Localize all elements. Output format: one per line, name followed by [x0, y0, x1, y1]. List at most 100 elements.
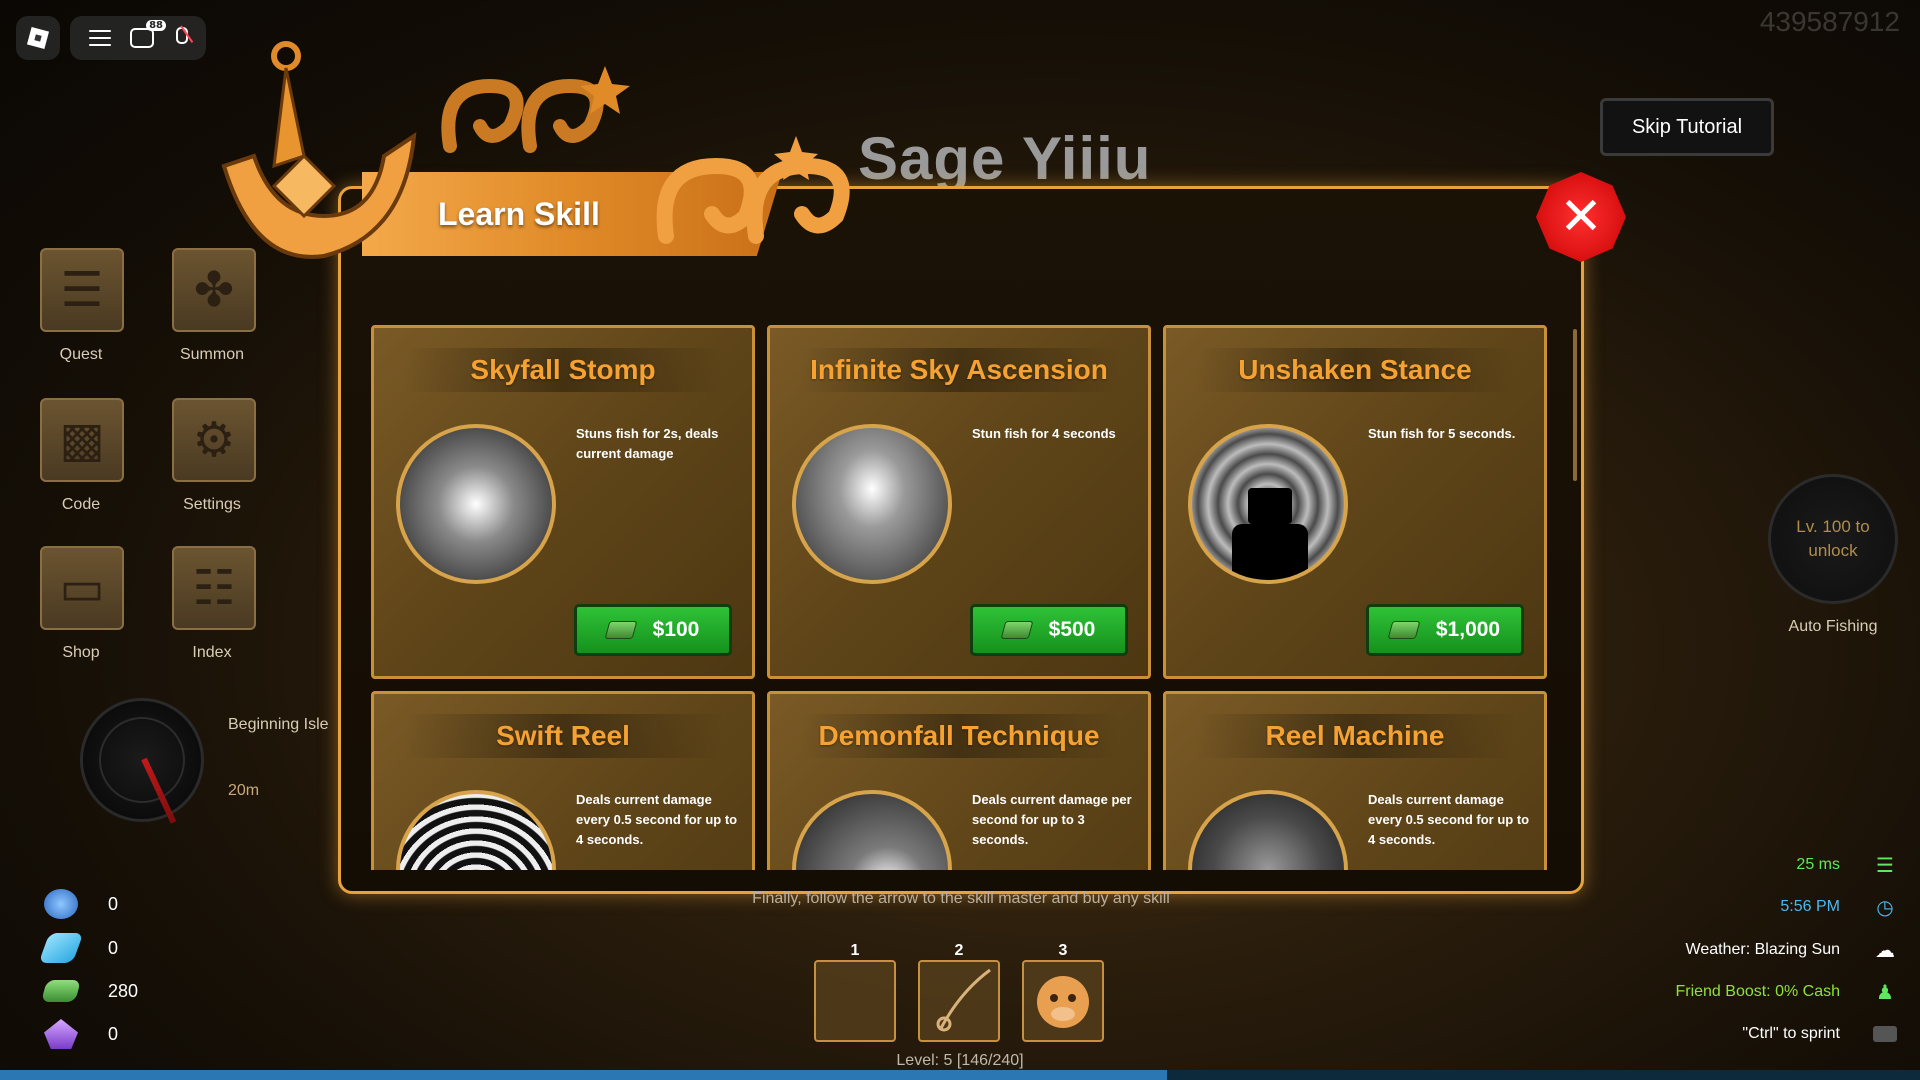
- hotbar-slot-number: 1: [850, 942, 860, 959]
- cash-icon: [1000, 621, 1034, 639]
- quest-button[interactable]: ☰: [40, 248, 124, 332]
- swirl-ornament-icon: [656, 136, 850, 244]
- hotbar-slot-number: 3: [1058, 942, 1068, 959]
- skill-price: $500: [1048, 618, 1096, 641]
- user-id: 439587912: [1759, 6, 1900, 37]
- currency-row-orbs: 0: [44, 888, 118, 920]
- hotbar-slot-number: 2: [954, 942, 964, 959]
- unshaken-stance-icon: [1188, 424, 1348, 584]
- buy-skill-button[interactable]: $1,000: [1366, 604, 1524, 656]
- orbs-value: 0: [108, 893, 119, 914]
- settings-label: Settings: [183, 496, 241, 513]
- chat-icon[interactable]: 88: [129, 20, 166, 48]
- xp-bar: [0, 1070, 1920, 1080]
- friend-boost-text: Friend Boost: 0% Cash: [1675, 983, 1840, 1000]
- quest-label: Quest: [59, 346, 103, 363]
- skill-card: Demonfall Technique Deals current damage…: [767, 691, 1151, 870]
- skill-name: Skyfall Stomp: [470, 354, 656, 385]
- hamburger-menu-icon[interactable]: [89, 30, 112, 46]
- roblox-menu-button[interactable]: [16, 16, 60, 60]
- panel-title: Learn Skill: [438, 196, 600, 232]
- skip-tutorial-button[interactable]: Skip Tutorial: [1600, 98, 1774, 156]
- close-icon: ✕: [1559, 187, 1603, 247]
- npc-name: Sage Yiiiu: [858, 125, 1152, 192]
- chat-badge: 88: [146, 20, 166, 31]
- gear-icon: ⚙: [192, 412, 236, 468]
- reel-machine-icon: [1188, 790, 1348, 870]
- skill-description: Deals current damage per second for up t…: [972, 792, 1132, 847]
- learn-skill-panel: Skyfall Stomp Stuns fish for 2s, deals c…: [338, 186, 1584, 894]
- tickets-value: 0: [108, 937, 119, 958]
- cash-icon: [41, 980, 81, 1002]
- shop-button[interactable]: ▭: [40, 546, 124, 630]
- xp-bar-fill: [0, 1070, 1168, 1080]
- currency-row-tickets: 0: [38, 932, 119, 964]
- friends-icon: ♟: [1876, 980, 1894, 1004]
- skill-card: Infinite Sky Ascension Stun fish for 4 s…: [767, 325, 1151, 679]
- book-icon: ☷: [192, 560, 236, 616]
- purple-crystal-icon: [44, 1019, 78, 1049]
- skill-description: Stuns fish for 2s, deals current damage: [576, 426, 719, 461]
- sprint-hint-text: "Ctrl" to sprint: [1742, 1025, 1840, 1042]
- skyfall-stomp-icon: [396, 424, 556, 584]
- location-name: Beginning Isle: [228, 716, 329, 733]
- skill-price: $100: [652, 618, 700, 641]
- cash-icon: [1387, 621, 1421, 639]
- infinite-sky-ascension-icon: [792, 424, 952, 584]
- auto-fishing-button[interactable]: Lv. 100 to unlock: [1768, 474, 1898, 604]
- skill-price: $1,000: [1435, 618, 1501, 641]
- skill-name: Demonfall Technique: [818, 720, 1100, 751]
- cloud-sun-icon: ☁: [1875, 938, 1895, 962]
- skill-card: Skyfall Stomp Stuns fish for 2s, deals c…: [371, 325, 755, 679]
- swift-reel-icon: [396, 790, 556, 870]
- code-label: Code: [61, 496, 101, 513]
- demonfall-technique-icon: [792, 790, 952, 870]
- ping-text: 25 ms: [1796, 856, 1840, 873]
- muted-mic-icon[interactable]: [173, 27, 188, 49]
- index-label: Index: [192, 644, 232, 661]
- skill-description: Stun fish for 5 seconds.: [1368, 426, 1516, 441]
- code-button[interactable]: ▩: [40, 398, 124, 482]
- skill-description: Deals current damage every 0.5 second fo…: [576, 792, 738, 847]
- currency-row-cash: 280: [41, 975, 139, 1007]
- skill-card: Swift Reel Deals current damage every 0.…: [371, 691, 755, 870]
- compass: [80, 698, 204, 824]
- close-button[interactable]: ✕: [1536, 172, 1626, 262]
- roblox-toolbar: 88: [70, 16, 206, 60]
- weather-text: Weather: Blazing Sun: [1685, 941, 1840, 958]
- scrollbar[interactable]: [1573, 329, 1577, 481]
- monkey-face-icon: [1037, 976, 1089, 1028]
- hotbar-slot-1[interactable]: [814, 960, 896, 1042]
- hotbar-slot-3[interactable]: [1022, 960, 1104, 1042]
- time-text: 5:56 PM: [1780, 898, 1840, 915]
- summon-icon: ✤: [193, 262, 235, 318]
- cash-icon: [604, 621, 638, 639]
- settings-button[interactable]: ⚙: [172, 398, 256, 482]
- skill-card: Unshaken Stance Stun fish for 5 seconds.…: [1163, 325, 1547, 679]
- quest-scroll-icon: ☰: [60, 262, 104, 318]
- hotbar-slot-2[interactable]: [918, 960, 1000, 1042]
- skill-name: Reel Machine: [1265, 720, 1445, 751]
- anchor-icon: [221, 41, 417, 259]
- index-button[interactable]: ☷: [172, 546, 256, 630]
- skill-description: Stun fish for 4 seconds: [972, 426, 1116, 441]
- clock-icon: ◷: [1876, 895, 1894, 919]
- roblox-logo-icon: [26, 26, 50, 50]
- currency-row-crystals: 0: [44, 1018, 118, 1050]
- level-text: Level: 5 [146/240]: [896, 1052, 1024, 1069]
- blue-orb-icon: [44, 889, 78, 919]
- buy-skill-button[interactable]: $500: [970, 604, 1128, 656]
- cash-value: 280: [108, 980, 139, 1001]
- crystals-value: 0: [108, 1023, 119, 1044]
- skill-name: Swift Reel: [496, 720, 630, 751]
- swirl-ornament-icon: [441, 66, 630, 153]
- wifi-icon: ☰: [1876, 853, 1894, 877]
- buy-skill-button[interactable]: $100: [574, 604, 732, 656]
- gift-icon: ▩: [59, 412, 105, 468]
- skill-card: Reel Machine Deals current damage every …: [1163, 691, 1547, 870]
- skill-description: Deals current damage every 0.5 second fo…: [1368, 792, 1530, 847]
- skill-list[interactable]: Skyfall Stomp Stuns fish for 2s, deals c…: [371, 325, 1551, 870]
- tutorial-hint: Finally, follow the arrow to the skill m…: [752, 890, 1170, 907]
- ctrl-key-icon: [1872, 1021, 1898, 1047]
- summon-label: Summon: [179, 346, 245, 363]
